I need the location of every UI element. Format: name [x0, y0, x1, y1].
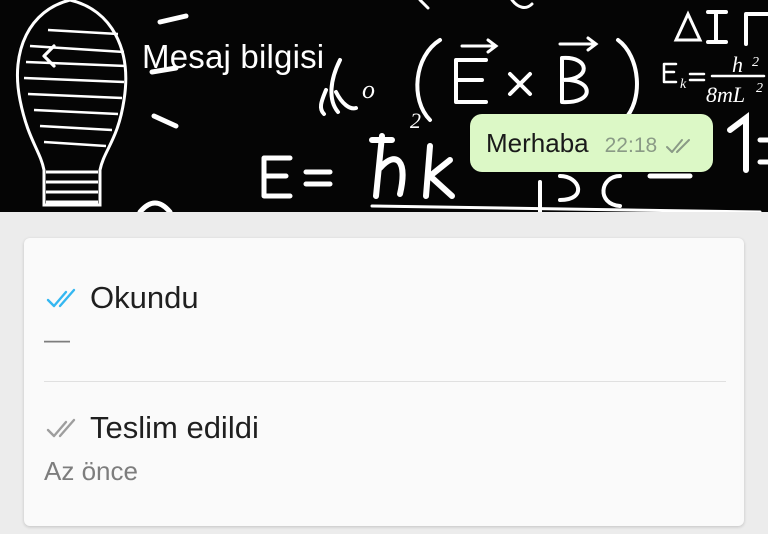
receipt-card: Okundu — Teslim edildi Az önce [24, 238, 744, 526]
read-status-detail: — [44, 324, 70, 354]
delivered-status-label: Teslim edildi [90, 410, 259, 445]
read-status-label: Okundu [90, 280, 199, 315]
svg-text:o: o [362, 75, 375, 104]
divider [44, 381, 726, 382]
double-check-icon [665, 136, 695, 156]
svg-text:k: k [680, 77, 687, 92]
chalkboard-wallpaper: o 2 h 2 8mL 2 k [15, 0, 768, 212]
svg-text:8mL: 8mL [706, 82, 745, 107]
message-text: Merhaba [486, 127, 589, 158]
message-bubble[interactable]: Merhaba 22:18 [470, 114, 714, 172]
svg-text:2: 2 [756, 81, 763, 96]
svg-text:2: 2 [410, 108, 421, 133]
double-check-gray-icon [46, 418, 76, 438]
back-button[interactable] [30, 36, 70, 76]
receipt-read-row: Okundu [46, 280, 199, 316]
header-bar: o 2 h 2 8mL 2 k Mesaj bilgisi Merhaba 22… [0, 0, 768, 212]
delivered-status-detail: Az önce [44, 456, 138, 486]
page-title: Mesaj bilgisi [142, 38, 325, 75]
arrow-back-icon [42, 44, 56, 68]
message-time: 22:18 [604, 134, 658, 157]
double-check-blue-icon [46, 288, 76, 308]
svg-text:2: 2 [752, 55, 759, 70]
svg-text:h: h [732, 52, 743, 77]
receipt-delivered-row: Teslim edildi [46, 410, 259, 446]
